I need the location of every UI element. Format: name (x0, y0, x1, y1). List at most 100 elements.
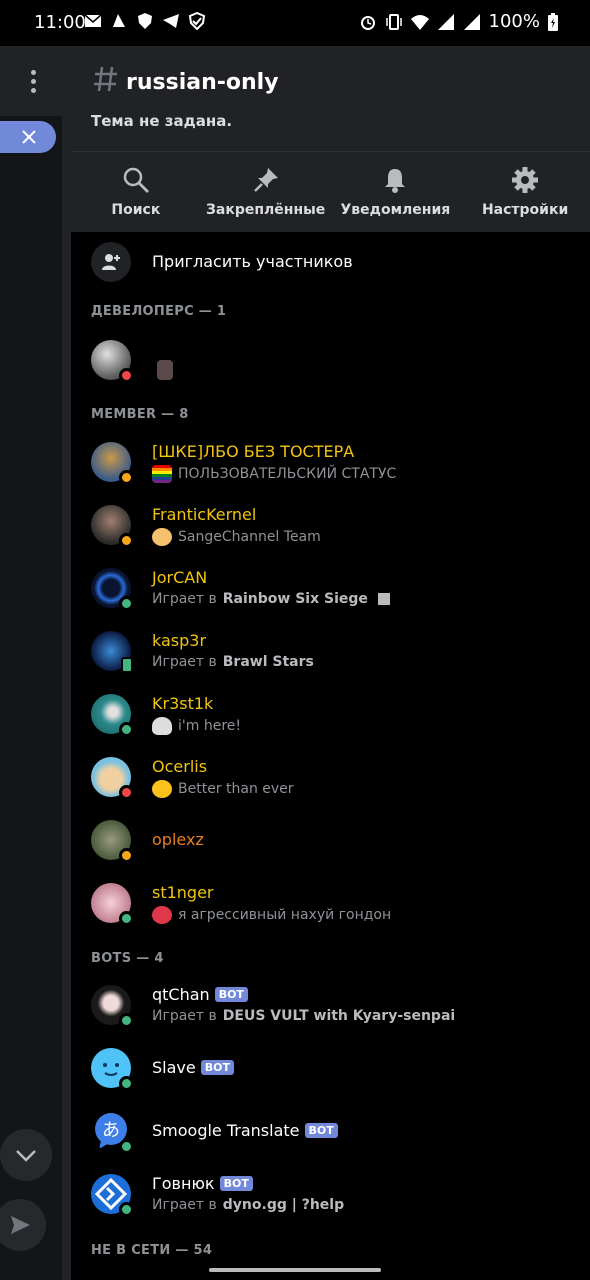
member-status: я агрессивный нахуй гондон (152, 906, 391, 924)
notification-icons (84, 12, 206, 30)
activity-prefix: Играет в (152, 654, 217, 670)
bot-tag: BOT (214, 987, 248, 1002)
bot-name: qtChan (152, 985, 210, 1004)
list-item[interactable]: Slave BOT (71, 1038, 590, 1098)
status-online-icon (119, 1076, 134, 1091)
activity-name: Rainbow Six Siege (222, 591, 368, 607)
hashtag-icon (94, 66, 117, 92)
member-status: ПОЛЬЗОВАТЕЛЬСКИЙ СТАТУС (152, 465, 396, 483)
member-status-text: ПОЛЬЗОВАТЕЛЬСКИЙ СТАТУС (178, 466, 397, 482)
vibrate-icon (385, 13, 402, 30)
rich-presence-icon (377, 593, 390, 605)
member-name: qtChan BOT (152, 985, 248, 1004)
gesture-home-bar[interactable] (209, 1268, 381, 1272)
mouse-emoji-icon (152, 717, 172, 735)
list-item[interactable]: qtChan BOT Играет в DEUS VULT with Kyary-… (71, 975, 590, 1035)
status-online-icon (119, 722, 134, 737)
member-name: JorCAN (152, 568, 208, 587)
invite-members-row[interactable]: Пригласить участников (71, 232, 590, 292)
bot-tag: BOT (219, 1176, 253, 1191)
notifications-action[interactable]: Уведомления (331, 152, 461, 232)
channel-info-panel: russian-only Тема не задана. Поиск Закре… (71, 46, 590, 1280)
member-status-text: Better than ever (178, 781, 294, 797)
bell-icon (385, 169, 406, 193)
list-item[interactable]: oplexz (71, 810, 590, 870)
member-status: i'm here! (152, 717, 241, 735)
battery-text: 100% (488, 11, 540, 32)
status-time: 11:00 (34, 12, 86, 33)
underlying-chat-strip (0, 46, 70, 1280)
member-name: Говнюк BOT (152, 1174, 253, 1193)
list-item[interactable] (71, 330, 590, 390)
gear-icon (512, 167, 539, 193)
alarm-icon (360, 15, 375, 30)
member-status: Better than ever (152, 780, 294, 798)
status-bar: 11:00 100% (0, 0, 590, 46)
member-activity: Играет в Rainbow Six Siege (152, 591, 390, 607)
member-status-text: i'm here! (178, 718, 241, 734)
list-item[interactable]: [ШКЕ]ЛБО БЕЗ ТОСТЕРА ПОЛЬЗОВАТЕЛЬСКИЙ СТ… (71, 432, 590, 492)
activity-prefix: Играет в (152, 1008, 217, 1024)
close-icon (22, 130, 36, 144)
underlying-header (0, 46, 70, 116)
status-idle-icon (119, 533, 134, 548)
member-activity: Играет в Brawl Stars (152, 654, 314, 670)
activity-name: Brawl Stars (222, 654, 314, 670)
section-developers: ДЕВЕЛОПЕРС — 1 (91, 304, 227, 319)
scroll-down-button[interactable] (0, 1129, 52, 1181)
status-online-icon (119, 596, 134, 611)
member-name: kasp3r (152, 631, 207, 650)
list-item[interactable]: Говнюк BOT Играет в dyno.gg | ?help (71, 1164, 590, 1224)
list-item[interactable]: JorCAN Играет в Rainbow Six Siege (71, 558, 590, 618)
member-status-text: я агрессивный нахуй гондон (178, 907, 392, 923)
status-online-icon (119, 1202, 134, 1217)
activity-prefix: Играет в (152, 591, 217, 607)
shield-app-icon (138, 13, 152, 29)
member-name: oplexz (152, 830, 204, 849)
status-dnd-icon (119, 368, 134, 383)
notifications-label: Уведомления (340, 202, 451, 218)
activity-name: dyno.gg | ?help (222, 1197, 345, 1213)
app-icon (113, 14, 125, 27)
angry-emoji-icon (152, 906, 172, 924)
activity-prefix: Играет в (152, 1197, 217, 1213)
telegram-icon (163, 14, 179, 28)
list-item[interactable]: kasp3r Играет в Brawl Stars (71, 621, 590, 681)
pins-action[interactable]: Закреплённые (201, 152, 331, 232)
close-pill-button[interactable] (0, 121, 56, 153)
signal-icon-1 (437, 13, 454, 30)
rainbow-flag-icon (152, 465, 172, 483)
send-button[interactable] (0, 1199, 46, 1251)
member-status: SangeChannel Team (152, 528, 321, 546)
member-name: st1nger (152, 883, 214, 902)
hamster-emoji-icon (152, 528, 172, 546)
svg-text:あ: あ (102, 1120, 120, 1141)
signal-icon-2 (463, 13, 480, 30)
wifi-icon (410, 14, 429, 30)
send-icon (11, 1216, 30, 1234)
list-item[interactable]: あ Smoogle Translate BOT (71, 1101, 590, 1161)
overflow-menu-icon[interactable] (26, 70, 40, 98)
chevron-down-icon (16, 1150, 36, 1162)
channel-topic: Тема не задана. (91, 112, 233, 130)
list-item[interactable]: Kr3st1k i'm here! (71, 684, 590, 744)
bot-name: Говнюк (152, 1174, 215, 1193)
search-label: Поиск (111, 202, 161, 218)
mail-icon (84, 14, 102, 27)
member-activity: Играет в DEUS VULT with Kyary-senpai (152, 1008, 455, 1024)
channel-actions: Поиск Закреплённые Уведомления Настройки (71, 152, 590, 232)
list-item[interactable]: st1nger я агрессивный нахуй гондон (71, 873, 590, 933)
bot-tag: BOT (304, 1123, 338, 1138)
pins-label: Закреплённые (205, 202, 326, 218)
search-action[interactable]: Поиск (71, 152, 201, 232)
section-bots: BOTS — 4 (91, 951, 164, 966)
bot-name: Smoogle Translate (152, 1121, 300, 1140)
list-item[interactable]: FranticKernel SangeChannel Team (71, 495, 590, 555)
list-item[interactable]: Ocerlis Better than ever (71, 747, 590, 807)
settings-action[interactable]: Настройки (460, 152, 590, 232)
bot-tag: BOT (200, 1060, 234, 1075)
member-name: [ШКЕ]ЛБО БЕЗ ТОСТЕРА (152, 442, 355, 461)
system-icons: 100% (359, 11, 558, 32)
status-online-icon (119, 911, 134, 926)
add-user-icon (102, 254, 120, 270)
